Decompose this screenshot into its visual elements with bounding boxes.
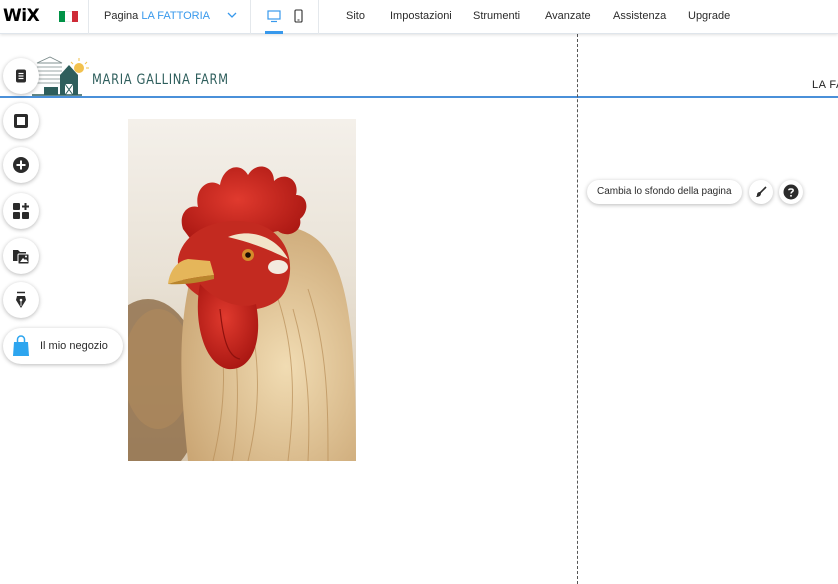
menu-sito[interactable]: Sito [346,10,365,22]
shopping-bag-icon [13,335,29,356]
editor-top-bar: WiX Pagina LA FATTORIA Sito Impostazioni… [0,0,838,34]
divider [250,0,251,34]
chevron-down-icon[interactable] [227,11,237,19]
wix-logo[interactable]: WiX [3,6,40,26]
add-tool-button[interactable] [3,147,39,183]
pen-nib-icon [16,291,26,308]
mobile-icon [293,9,303,23]
pages-icon [16,69,26,83]
media-tool-button[interactable] [3,238,39,274]
divider [88,0,89,34]
help-button[interactable] [779,180,803,204]
site-title[interactable]: MARIA GALLINA FARM [92,72,229,88]
page-selector[interactable]: Pagina LA FATTORIA [104,10,210,22]
page-selector-name: LA FATTORIA [141,10,210,22]
menu-avanzate[interactable]: Avanzate [545,10,591,22]
active-view-indicator [265,31,283,34]
italian-flag-icon[interactable] [59,11,78,22]
rooster-illustration [128,119,356,461]
plus-circle-icon [13,157,29,173]
apps-icon [13,203,29,219]
blog-tool-button[interactable] [3,282,39,318]
app-market-tool-button[interactable] [3,193,39,229]
desktop-view-button[interactable] [265,7,283,25]
desktop-icon [267,9,281,22]
site-nav-item[interactable]: LA FA [812,79,838,91]
design-brush-button[interactable] [749,180,773,204]
rooster-image[interactable] [128,119,356,461]
menu-upgrade[interactable]: Upgrade [688,10,730,22]
background-tool-button[interactable] [3,103,39,139]
pages-tool-button[interactable] [3,58,39,94]
my-store-button[interactable]: Il mio negozio [3,328,123,364]
page-boundary-guide [577,34,578,584]
background-square-icon [14,114,28,128]
change-page-background-button[interactable]: Cambia lo sfondo della pagina [587,180,742,204]
paint-brush-icon [756,186,767,197]
menu-assistenza[interactable]: Assistenza [613,10,666,22]
media-folder-icon [13,250,30,265]
question-mark-icon [783,184,799,200]
mobile-view-button[interactable] [289,7,307,25]
farm-barn-logo[interactable] [32,55,92,99]
my-store-label: Il mio negozio [40,340,108,352]
header-divider-line [0,96,838,98]
page-selector-prefix: Pagina [104,10,139,22]
divider [318,0,319,34]
menu-strumenti[interactable]: Strumenti [473,10,520,22]
menu-impostazioni[interactable]: Impostazioni [390,10,452,22]
